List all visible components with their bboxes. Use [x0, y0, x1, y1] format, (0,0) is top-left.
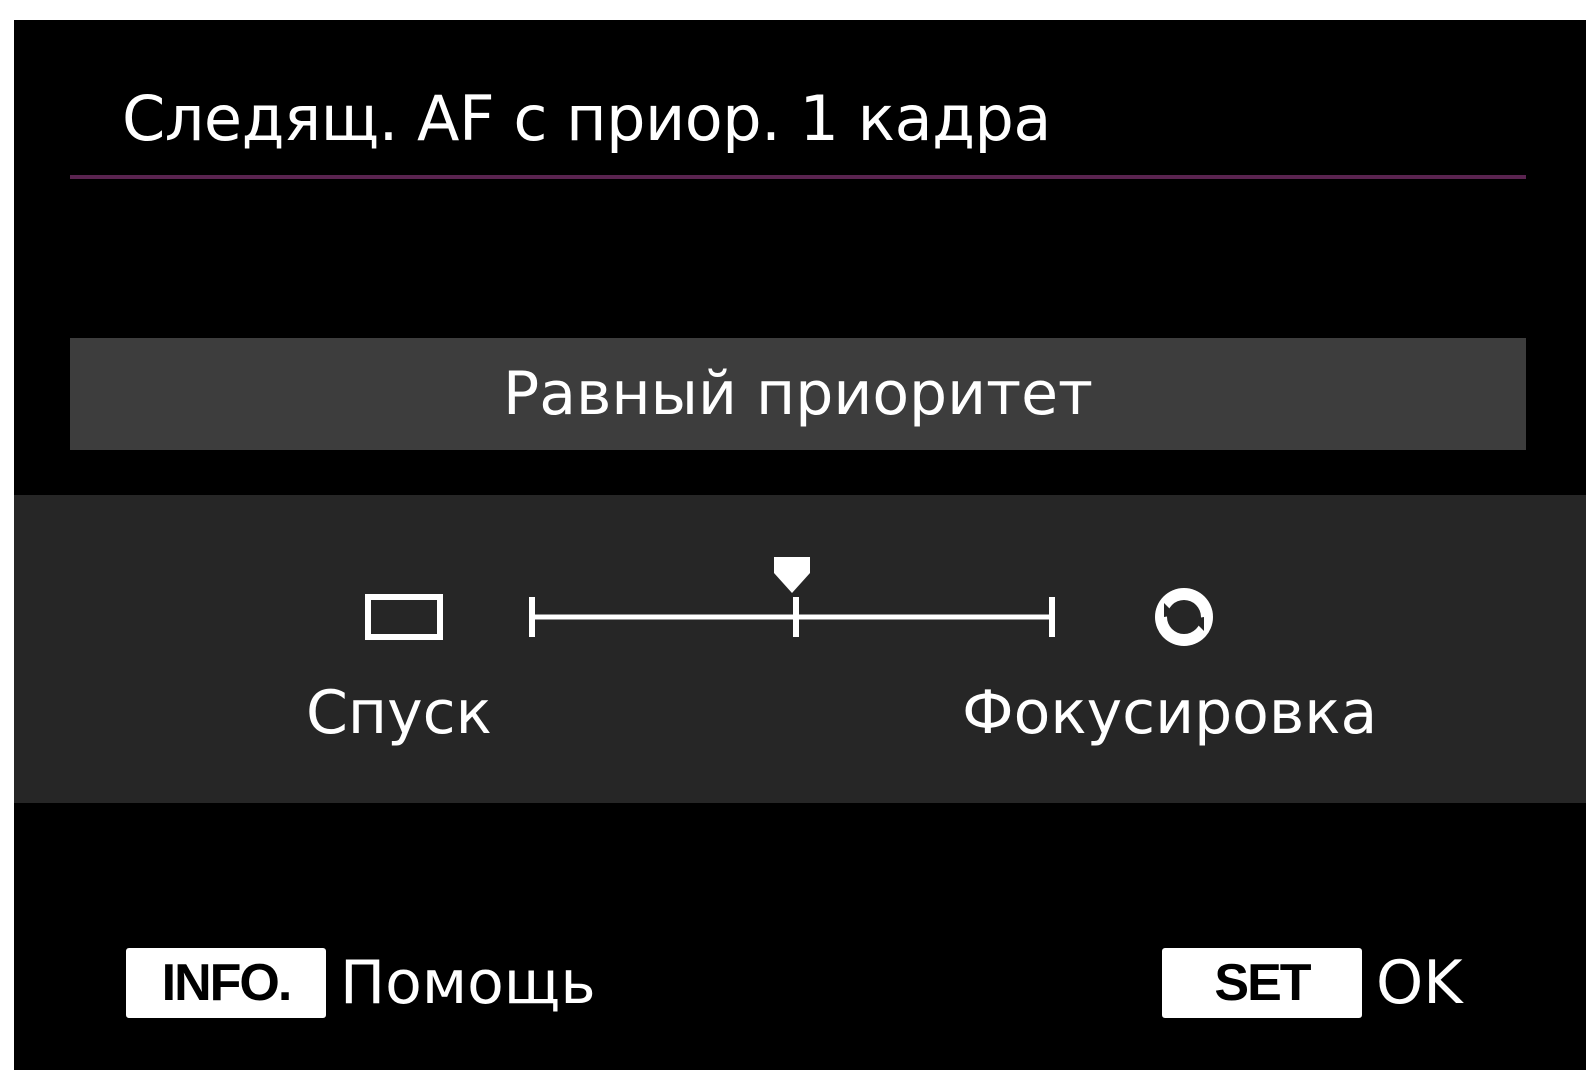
ok-label: OK: [1376, 948, 1463, 1018]
slider-pointer-icon[interactable]: [774, 557, 810, 593]
slider-left-label: Спуск: [306, 678, 492, 748]
set-key-badge[interactable]: SET: [1162, 948, 1362, 1018]
priority-slider[interactable]: [14, 495, 1586, 803]
current-value-text: Равный приоритет: [503, 359, 1093, 429]
slider-track[interactable]: [529, 597, 1055, 637]
camera-menu-screen: Следящ. AF с приор. 1 кадра Равный приор…: [14, 20, 1586, 1070]
ok-control[interactable]: SET OK: [1162, 948, 1463, 1018]
title-divider: [70, 175, 1526, 179]
single-frame-icon: [365, 594, 443, 640]
priority-slider-panel[interactable]: Спуск Фокусировка: [14, 495, 1586, 803]
help-label: Помощь: [340, 948, 596, 1018]
slider-right-label: Фокусировка: [962, 678, 1378, 748]
info-key-badge[interactable]: INFO.: [126, 948, 326, 1018]
help-control[interactable]: INFO. Помощь: [126, 948, 596, 1018]
focus-priority-icon: [1155, 588, 1213, 646]
page-title: Следящ. AF с приор. 1 кадра: [122, 82, 1051, 155]
current-value-bar: Равный приоритет: [70, 338, 1526, 450]
